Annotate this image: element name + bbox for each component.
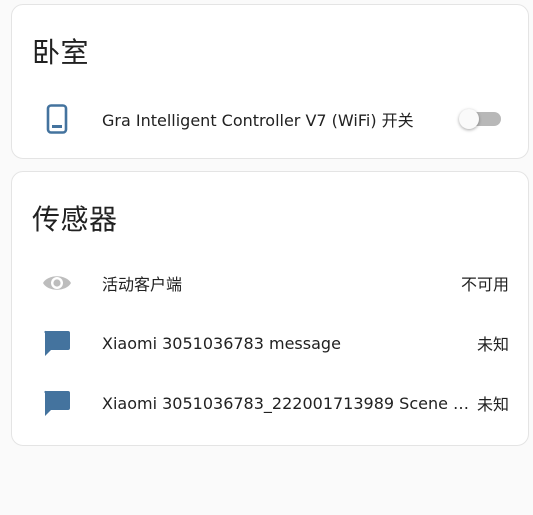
entity-name: Xiaomi 3051036783 message xyxy=(102,333,341,353)
entity-name: 活动客户端 xyxy=(102,275,183,294)
message-icon xyxy=(40,387,74,419)
sensors-card: 传感器 活动客户端 不可用 Xiaomi 3051036783 message … xyxy=(11,171,529,446)
entity-name: Xiaomi 3051036783_222001713989 Scene … xyxy=(102,393,470,413)
message-icon xyxy=(40,327,74,359)
switch-toggle[interactable] xyxy=(459,109,501,129)
entity-name: Gra Intelligent Controller V7 (WiFi) 开关 xyxy=(102,111,414,130)
entity-row-scene[interactable]: Xiaomi 3051036783_222001713989 Scene … 未… xyxy=(12,383,528,423)
toggle-thumb[interactable] xyxy=(459,109,479,129)
cellphone-icon xyxy=(40,103,74,135)
entity-state: 不可用 xyxy=(460,275,509,294)
entity-row-active-clients[interactable]: 活动客户端 不可用 xyxy=(12,263,528,303)
entity-row-switch[interactable]: Gra Intelligent Controller V7 (WiFi) 开关 xyxy=(12,99,528,139)
entity-state: 未知 xyxy=(476,395,509,414)
eye-icon xyxy=(40,267,74,299)
card-title: 卧室 xyxy=(32,36,90,69)
card-title: 传感器 xyxy=(32,203,118,236)
entity-row-message[interactable]: Xiaomi 3051036783 message 未知 xyxy=(12,323,528,363)
entity-state: 未知 xyxy=(476,335,509,354)
bedroom-card: 卧室 Gra Intelligent Controller V7 (WiFi) … xyxy=(11,4,529,159)
